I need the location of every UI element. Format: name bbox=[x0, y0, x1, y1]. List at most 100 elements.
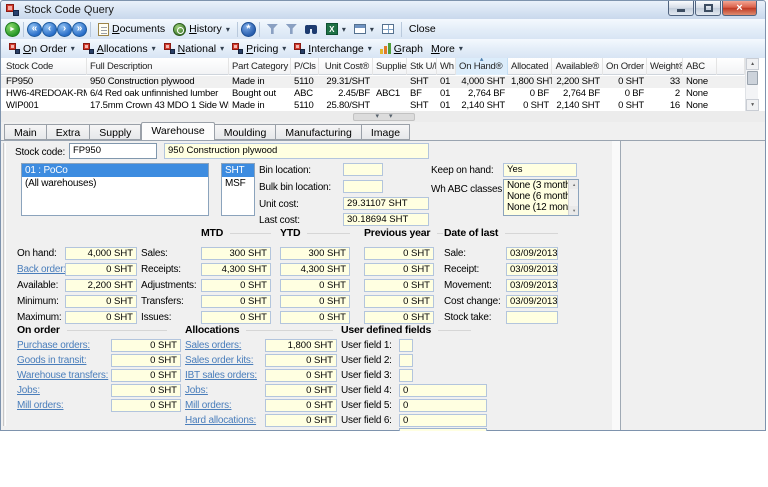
receipts-ytd-field[interactable]: 4,300 SHT bbox=[280, 263, 350, 276]
grid-view-button[interactable] bbox=[378, 23, 398, 35]
minimize-button[interactable] bbox=[668, 1, 694, 16]
scroll-down-button[interactable]: ▼ bbox=[746, 99, 759, 111]
left-grip[interactable] bbox=[3, 143, 6, 426]
column-header-unit-cost[interactable]: Unit Cost® bbox=[319, 58, 373, 75]
tab-extra[interactable]: Extra bbox=[47, 124, 91, 140]
column-header-available[interactable]: Available® bbox=[552, 58, 603, 75]
interchange-menu-button[interactable]: Interchange ▾ bbox=[290, 42, 375, 56]
table-row[interactable]: FP950950 Construction plywood Made in511… bbox=[1, 76, 745, 88]
last-sale-field[interactable]: 03/09/2013 bbox=[506, 247, 558, 260]
allocations-mill-orders-link[interactable]: Mill orders: bbox=[185, 400, 232, 411]
purchase-orders-link[interactable]: Purchase orders: bbox=[17, 340, 90, 351]
column-header-on-order[interactable]: On Order bbox=[603, 58, 647, 75]
uom-list-item[interactable]: SHT bbox=[222, 164, 254, 177]
submit-button[interactable]: ► bbox=[5, 22, 20, 37]
wh-abc-classes-listbox[interactable]: None (3 month) None (6 month) None (12 m… bbox=[503, 179, 579, 216]
tab-image[interactable]: Image bbox=[362, 124, 410, 140]
listbox-scrollbar[interactable]: ▲ ▼ bbox=[568, 180, 578, 215]
keep-on-hand-field[interactable]: Yes bbox=[503, 163, 577, 177]
column-header-full-description[interactable]: Full Description bbox=[87, 58, 229, 75]
warehouse-transfers-link[interactable]: Warehouse transfers: bbox=[17, 370, 108, 381]
sales-order-kits-field[interactable]: 0 SHT bbox=[265, 354, 337, 367]
issues-previous-year-field[interactable]: 0 SHT bbox=[364, 311, 434, 324]
edit-filter-button[interactable] bbox=[282, 23, 301, 35]
tab-supply[interactable]: Supply bbox=[90, 124, 141, 140]
sales-mtd-field[interactable]: 300 SHT bbox=[201, 247, 271, 260]
column-header-stk-um[interactable]: Stk U/M bbox=[407, 58, 437, 75]
last-receipt-field[interactable]: 03/09/2013 bbox=[506, 263, 558, 276]
vertical-pane-divider[interactable] bbox=[612, 141, 621, 430]
splitter-handle[interactable]: ▾ ▾ bbox=[353, 113, 415, 121]
tab-main[interactable]: Main bbox=[4, 124, 47, 140]
last-movement-field[interactable]: 03/09/2013 bbox=[506, 279, 558, 292]
column-header-part-category[interactable]: Part Category bbox=[229, 58, 291, 75]
table-row[interactable]: HW6-4REDOAK-RM6/4 Red oak unfinnished lu… bbox=[1, 88, 745, 100]
tab-moulding[interactable]: Moulding bbox=[215, 124, 277, 140]
transfers-ytd-field[interactable]: 0 SHT bbox=[280, 295, 350, 308]
last-stock-take-field[interactable] bbox=[506, 311, 558, 324]
tab-warehouse[interactable]: Warehouse bbox=[141, 122, 214, 140]
issues-ytd-field[interactable]: 0 SHT bbox=[280, 311, 350, 324]
bulk-bin-location-field[interactable] bbox=[343, 180, 383, 193]
sales-previous-year-field[interactable]: 0 SHT bbox=[364, 247, 434, 260]
window-layout-button[interactable]: ▾ bbox=[350, 23, 378, 35]
user-field-1-input[interactable] bbox=[399, 339, 413, 352]
user-field-6-input[interactable]: 0 bbox=[399, 414, 487, 427]
search-button[interactable] bbox=[301, 24, 322, 35]
uom-list-item[interactable]: MSF bbox=[222, 177, 254, 190]
close-button[interactable]: Close bbox=[405, 22, 440, 36]
mill-orders-field[interactable]: 0 SHT bbox=[111, 399, 181, 412]
horizontal-splitter[interactable]: ▾ ▾ bbox=[1, 111, 765, 122]
column-header-stock-code[interactable]: Stock Code bbox=[3, 58, 87, 75]
receipts-mtd-field[interactable]: 4,300 SHT bbox=[201, 263, 271, 276]
scroll-up-icon[interactable]: ▲ bbox=[569, 180, 579, 189]
goods-in-transit-link[interactable]: Goods in transit: bbox=[17, 355, 86, 366]
title-bar[interactable]: Stock Code Query × bbox=[1, 1, 765, 19]
user-field-4-input[interactable]: 0 bbox=[399, 384, 487, 397]
pricing-menu-button[interactable]: Pricing ▾ bbox=[228, 42, 290, 56]
hard-allocations-link[interactable]: Hard allocations: bbox=[185, 415, 256, 426]
filter-button[interactable] bbox=[263, 23, 282, 35]
column-header-abc[interactable]: ABC bbox=[683, 58, 717, 75]
sales-orders-field[interactable]: 1,800 SHT bbox=[265, 339, 337, 352]
goods-in-transit-field[interactable]: 0 SHT bbox=[111, 354, 181, 367]
bin-location-field[interactable] bbox=[343, 163, 383, 176]
mill-orders-link[interactable]: Mill orders: bbox=[17, 400, 64, 411]
issues-mtd-field[interactable]: 0 SHT bbox=[201, 311, 271, 324]
on-order-menu-button[interactable]: On Order ▾ bbox=[5, 42, 79, 56]
documents-button[interactable]: Documents bbox=[94, 22, 169, 37]
previous-record-button[interactable]: ‹ bbox=[42, 22, 57, 37]
grid-vertical-scrollbar[interactable]: ▲ ▼ bbox=[745, 58, 758, 111]
ibt-sales-orders-field[interactable]: 0 SHT bbox=[265, 369, 337, 382]
scroll-down-icon[interactable]: ▼ bbox=[569, 206, 579, 215]
jobs-field[interactable]: 0 SHT bbox=[111, 384, 181, 397]
column-header-allocated[interactable]: Allocated bbox=[508, 58, 552, 75]
transfers-mtd-field[interactable]: 0 SHT bbox=[201, 295, 271, 308]
column-header-on-hand[interactable]: ▴On Hand® bbox=[456, 58, 508, 75]
column-header-weight[interactable]: Weight® bbox=[647, 58, 683, 75]
options-button[interactable]: * bbox=[241, 22, 256, 37]
tab-manufacturing[interactable]: Manufacturing bbox=[276, 124, 362, 140]
warehouse-list-item[interactable]: (All warehouses) bbox=[22, 177, 208, 190]
abc-class-item[interactable]: None (12 month) bbox=[504, 202, 578, 213]
adjustments-ytd-field[interactable]: 0 SHT bbox=[280, 279, 350, 292]
purchase-orders-field[interactable]: 0 SHT bbox=[111, 339, 181, 352]
last-record-button[interactable]: » bbox=[72, 22, 87, 37]
warehouse-list-item[interactable]: 01 : PoCo bbox=[22, 164, 208, 177]
allocations-jobs-link[interactable]: Jobs: bbox=[185, 385, 208, 396]
stock-code-input[interactable]: FP950 bbox=[69, 143, 157, 159]
column-header-wh[interactable]: Wh bbox=[437, 58, 456, 75]
adjustments-mtd-field[interactable]: 0 SHT bbox=[201, 279, 271, 292]
close-window-button[interactable]: × bbox=[722, 1, 757, 16]
last-cost-change-field[interactable]: 03/09/2013 bbox=[506, 295, 558, 308]
scrollbar-thumb[interactable] bbox=[747, 71, 758, 85]
allocations-jobs-field[interactable]: 0 SHT bbox=[265, 384, 337, 397]
maximum-field[interactable]: 0 SHT bbox=[65, 311, 137, 324]
transfers-previous-year-field[interactable]: 0 SHT bbox=[364, 295, 434, 308]
allocations-mill-orders-field[interactable]: 0 SHT bbox=[265, 399, 337, 412]
column-header-supplier[interactable]: Supplier bbox=[373, 58, 407, 75]
sales-orders-link[interactable]: Sales orders: bbox=[185, 340, 241, 351]
stock-description-field[interactable]: 950 Construction plywood bbox=[164, 143, 429, 159]
adjustments-previous-year-field[interactable]: 0 SHT bbox=[364, 279, 434, 292]
user-field-3-input[interactable] bbox=[399, 369, 413, 382]
